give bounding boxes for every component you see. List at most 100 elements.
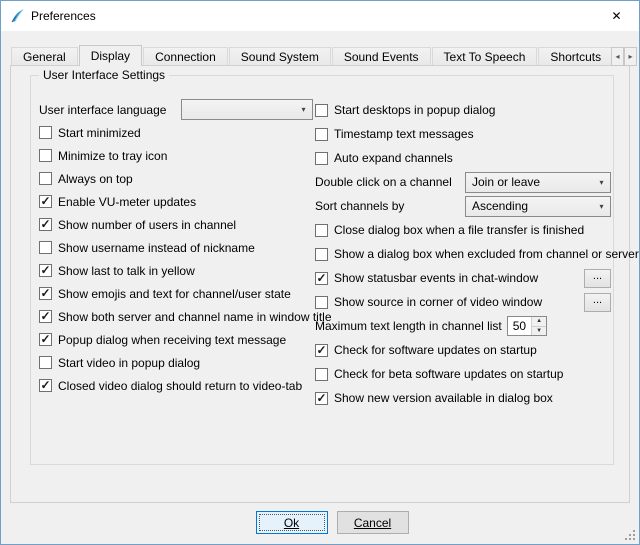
tab-scroll-left-button[interactable]: ◂ (611, 47, 624, 66)
checkbox-row[interactable]: Check for software updates on startup (315, 338, 611, 362)
checkbox-row[interactable]: Auto expand channels (315, 146, 611, 170)
dialog-footer: Ok Cancel (25, 511, 639, 534)
checkbox-label[interactable]: Show last to talk in yellow (58, 264, 195, 278)
checkbox-label[interactable]: Auto expand channels (334, 151, 453, 165)
checkbox-label[interactable]: Show a dialog box when excluded from cha… (334, 247, 639, 261)
checkbox-label[interactable]: Timestamp text messages (334, 127, 474, 141)
checkbox-row[interactable]: Show new version available in dialog box (315, 386, 611, 410)
tab[interactable]: Display (79, 45, 142, 66)
checkbox-row[interactable]: Start minimized (39, 121, 313, 144)
checkbox-label[interactable]: Start minimized (58, 126, 141, 140)
checkbox-row[interactable]: Closed video dialog should return to vid… (39, 374, 313, 397)
checkbox-label[interactable]: Close dialog box when a file transfer is… (334, 223, 584, 237)
chevron-down-icon: ▾ (593, 202, 610, 211)
max-text-length-row: Maximum text length in channel list 50 ▲… (315, 314, 611, 338)
checkbox-label[interactable]: Closed video dialog should return to vid… (58, 379, 302, 393)
checkbox-label[interactable]: Check for software updates on startup (334, 343, 537, 357)
checkbox-row[interactable]: Minimize to tray icon (39, 144, 313, 167)
checkbox-label[interactable]: Start video in popup dialog (58, 356, 200, 370)
tab-label: Display (91, 49, 130, 63)
sort-channels-combobox[interactable]: Ascending ▾ (465, 196, 611, 217)
checkbox-row[interactable]: Enable VU-meter updates (39, 190, 313, 213)
titlebar[interactable]: Preferences ✕ (1, 1, 639, 31)
checkbox-row[interactable]: Show number of users in channel (39, 213, 313, 236)
spinbox-value[interactable]: 50 (508, 317, 531, 335)
checkbox-label[interactable]: Show emojis and text for channel/user st… (58, 287, 291, 301)
checkbox-row[interactable]: Timestamp text messages (315, 122, 611, 146)
checkbox-label[interactable]: Show source in corner of video window (334, 295, 542, 309)
checkbox[interactable] (315, 224, 328, 237)
checkbox-row[interactable]: Show a dialog box when excluded from cha… (315, 242, 611, 266)
tab[interactable]: Connection (143, 47, 228, 66)
tab-label: Text To Speech (444, 50, 526, 64)
checkbox-label[interactable]: Show statusbar events in chat-window (334, 271, 538, 285)
ok-button[interactable]: Ok (256, 511, 328, 534)
checkbox[interactable] (39, 310, 52, 323)
checkbox-label[interactable]: Minimize to tray icon (58, 149, 167, 163)
checkbox[interactable] (39, 264, 52, 277)
max-text-length-spinbox[interactable]: 50 ▲ ▼ (507, 316, 547, 336)
tab-scroll-right-button[interactable]: ▸ (624, 47, 637, 66)
checkbox-label[interactable]: Popup dialog when receiving text message (58, 333, 286, 347)
video-source-more-button[interactable]: ... (584, 293, 611, 312)
checkbox[interactable] (315, 104, 328, 117)
language-label: User interface language (39, 103, 166, 117)
checkbox[interactable] (39, 287, 52, 300)
tab[interactable]: General (11, 47, 78, 66)
checkbox-row[interactable]: Start desktops in popup dialog (315, 98, 611, 122)
tab[interactable]: Shortcuts (538, 47, 613, 66)
statusbar-events-more-button[interactable]: ... (584, 269, 611, 288)
checkbox-row[interactable]: Show username instead of nickname (39, 236, 313, 259)
checkbox[interactable] (39, 241, 52, 254)
checkbox[interactable] (39, 195, 52, 208)
spin-up-icon[interactable]: ▲ (532, 317, 546, 327)
left-checkbox-list: Start minimized Minimize to tray icon Al… (39, 121, 313, 397)
spin-down-icon[interactable]: ▼ (532, 327, 546, 336)
checkbox-video-source[interactable] (315, 296, 328, 309)
combobox-value: Join or leave (472, 175, 593, 189)
checkbox-label[interactable]: Check for beta software updates on start… (334, 367, 563, 381)
checkbox-statusbar-events[interactable] (315, 272, 328, 285)
checkbox-row[interactable]: Always on top (39, 167, 313, 190)
checkbox[interactable] (315, 392, 328, 405)
checkbox-label[interactable]: Show username instead of nickname (58, 241, 255, 255)
checkbox-row[interactable]: Show emojis and text for channel/user st… (39, 282, 313, 305)
language-combobox[interactable]: ▾ (181, 99, 313, 120)
checkbox-label[interactable]: Show number of users in channel (58, 218, 236, 232)
checkbox-row[interactable]: Show both server and channel name in win… (39, 305, 313, 328)
group-title: User Interface Settings (39, 68, 169, 82)
tab-label: Sound Events (344, 50, 419, 64)
checkbox[interactable] (315, 152, 328, 165)
close-button[interactable]: ✕ (594, 1, 639, 31)
checkbox[interactable] (39, 172, 52, 185)
checkbox[interactable] (315, 128, 328, 141)
checkbox[interactable] (315, 344, 328, 357)
checkbox-label[interactable]: Always on top (58, 172, 133, 186)
double-click-combobox[interactable]: Join or leave ▾ (465, 172, 611, 193)
cancel-button[interactable]: Cancel (337, 511, 409, 534)
right-checkbox-list-bottom: Check for software updates on startup Ch… (315, 338, 611, 410)
checkbox[interactable] (39, 149, 52, 162)
checkbox[interactable] (39, 218, 52, 231)
checkbox-label[interactable]: Show new version available in dialog box (334, 391, 553, 405)
resize-grip[interactable] (624, 529, 637, 542)
checkbox-row[interactable]: Close dialog box when a file transfer is… (315, 218, 611, 242)
checkbox-label[interactable]: Enable VU-meter updates (58, 195, 196, 209)
tab[interactable]: Text To Speech (432, 47, 538, 66)
tab[interactable]: Sound Events (332, 47, 431, 66)
checkbox[interactable] (39, 126, 52, 139)
checkbox[interactable] (39, 379, 52, 392)
checkbox-row[interactable]: Popup dialog when receiving text message (39, 328, 313, 351)
checkbox[interactable] (315, 248, 328, 261)
checkbox-row[interactable]: Show last to talk in yellow (39, 259, 313, 282)
checkbox[interactable] (39, 356, 52, 369)
tab-label: Sound System (241, 50, 319, 64)
checkbox[interactable] (39, 333, 52, 346)
checkbox-row[interactable]: Check for beta software updates on start… (315, 362, 611, 386)
scroll-right-icon: ▸ (628, 52, 632, 61)
checkbox-row[interactable]: Start video in popup dialog (39, 351, 313, 374)
tab[interactable]: Sound System (229, 47, 331, 66)
checkbox[interactable] (315, 368, 328, 381)
checkbox-label[interactable]: Start desktops in popup dialog (334, 103, 495, 117)
checkbox-label[interactable]: Show both server and channel name in win… (58, 310, 332, 324)
